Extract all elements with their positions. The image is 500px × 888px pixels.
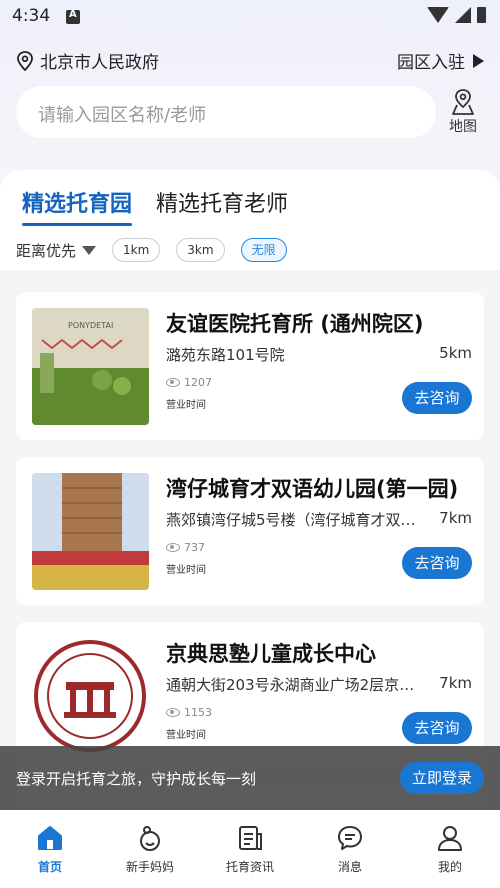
nav-label: 我的 [437,860,462,874]
nav-item-messages[interactable]: 消息 [300,810,400,888]
login-prompt-text: 登录开启托育之旅，守护成长每一刻 [16,770,257,788]
nav-item-profile[interactable]: 我的 [400,810,500,888]
distance-chip-unlimited[interactable]: 无限 [240,238,287,262]
park-address: 燕郊镇湾仔城5号楼（湾仔城育才双语幼儿园） [166,511,416,529]
park-distance: 5km [439,344,472,362]
map-icon [452,89,474,115]
nav-label: 新手妈妈 [125,860,174,874]
arrow-right-icon [473,53,484,68]
park-distance: 7km [439,674,472,692]
business-hours-label: 营业时间 [166,565,206,576]
nav-item-new-mom[interactable]: 新手妈妈 [100,810,200,888]
svg-text:PONYDETAI: PONYDETAI [68,321,113,330]
view-count-value: 1153 [184,706,212,719]
sort-dropdown[interactable]: 距离优先 [16,240,97,261]
eye-icon [166,378,180,387]
distance-chip-3km[interactable]: 3km [176,238,225,262]
park-address: 通朝大街203号永湖商业广场2层京典思塾 [166,676,416,694]
home-icon [38,826,62,850]
view-count: 1153 [166,706,212,719]
business-hours-label: 营业时间 [166,400,206,411]
consult-button[interactable]: 去咨询 [402,547,472,579]
eye-icon [166,543,180,552]
nav-label: 首页 [37,860,62,874]
filter-row: 距离优先 1km 3km 无限 [16,238,287,262]
map-button[interactable]: 地图 [438,88,488,138]
park-thumbnail: PONYDETAI [32,308,149,425]
location-selector[interactable]: 北京市人民政府 [16,48,159,73]
tab-selected-teachers[interactable]: 精选托育老师 [156,186,288,224]
map-label: 地图 [449,119,477,135]
nav-label: 消息 [337,860,362,874]
battery-icon [477,7,486,23]
park-entry-link[interactable]: 园区入驻 [397,48,484,73]
status-bar: 4:34 [0,0,500,34]
new-mom-icon [140,826,160,851]
consult-button[interactable]: 去咨询 [402,382,472,414]
login-prompt-bar: 登录开启托育之旅，守护成长每一刻 立即登录 [0,746,500,810]
message-icon [338,826,362,850]
school-logo [32,638,149,755]
park-name: 京典思塾儿童成长中心 [166,642,376,666]
park-name: 湾仔城育才双语幼儿园(第一园) [166,477,459,501]
business-hours-label: 营业时间 [166,730,206,741]
status-indicators [427,7,486,23]
login-button[interactable]: 立即登录 [400,762,484,794]
news-icon [239,826,262,850]
distance-chip-1km[interactable]: 1km [112,238,161,262]
view-count: 1207 [166,376,212,389]
park-distance: 7km [439,509,472,527]
nav-item-home[interactable]: 首页 [0,810,100,888]
sort-label: 距离优先 [16,241,77,260]
app-notification-icon [66,9,80,24]
park-name: 友谊医院托育所 (通州院区) [166,312,424,336]
view-count: 737 [166,541,205,554]
park-entry-label: 园区入驻 [397,53,465,73]
caret-down-icon [82,245,97,255]
tab-selected-parks[interactable]: 精选托育园 [22,186,133,226]
wifi-icon [427,7,449,23]
park-address: 潞苑东路101号院 [166,346,285,364]
location-pin-icon [17,50,33,71]
tab-bar: 精选托育园 精选托育老师 [22,186,288,226]
nav-label: 托育资讯 [225,860,274,874]
signal-icon [455,7,471,23]
status-time: 4:34 [12,6,51,26]
park-card[interactable]: PONYDETAI 友谊医院托育所 (通州院区) 潞苑东路101号院 5km 1… [16,292,484,440]
consult-button[interactable]: 去咨询 [402,712,472,744]
profile-icon [438,826,462,851]
view-count-value: 737 [184,541,205,554]
location-text: 北京市人民政府 [40,53,159,73]
eye-icon [166,708,180,717]
view-count-value: 1207 [184,376,212,389]
park-card[interactable]: 湾仔城育才双语幼儿园(第一园) 燕郊镇湾仔城5号楼（湾仔城育才双语幼儿园） 7k… [16,457,484,605]
search-input[interactable]: 请输入园区名称/老师 [16,86,436,138]
park-thumbnail [32,473,149,590]
search-placeholder: 请输入园区名称/老师 [38,105,207,126]
bottom-nav: 首页 新手妈妈 托育资讯 消息 我的 [0,810,500,888]
nav-item-news[interactable]: 托育资讯 [200,810,300,888]
